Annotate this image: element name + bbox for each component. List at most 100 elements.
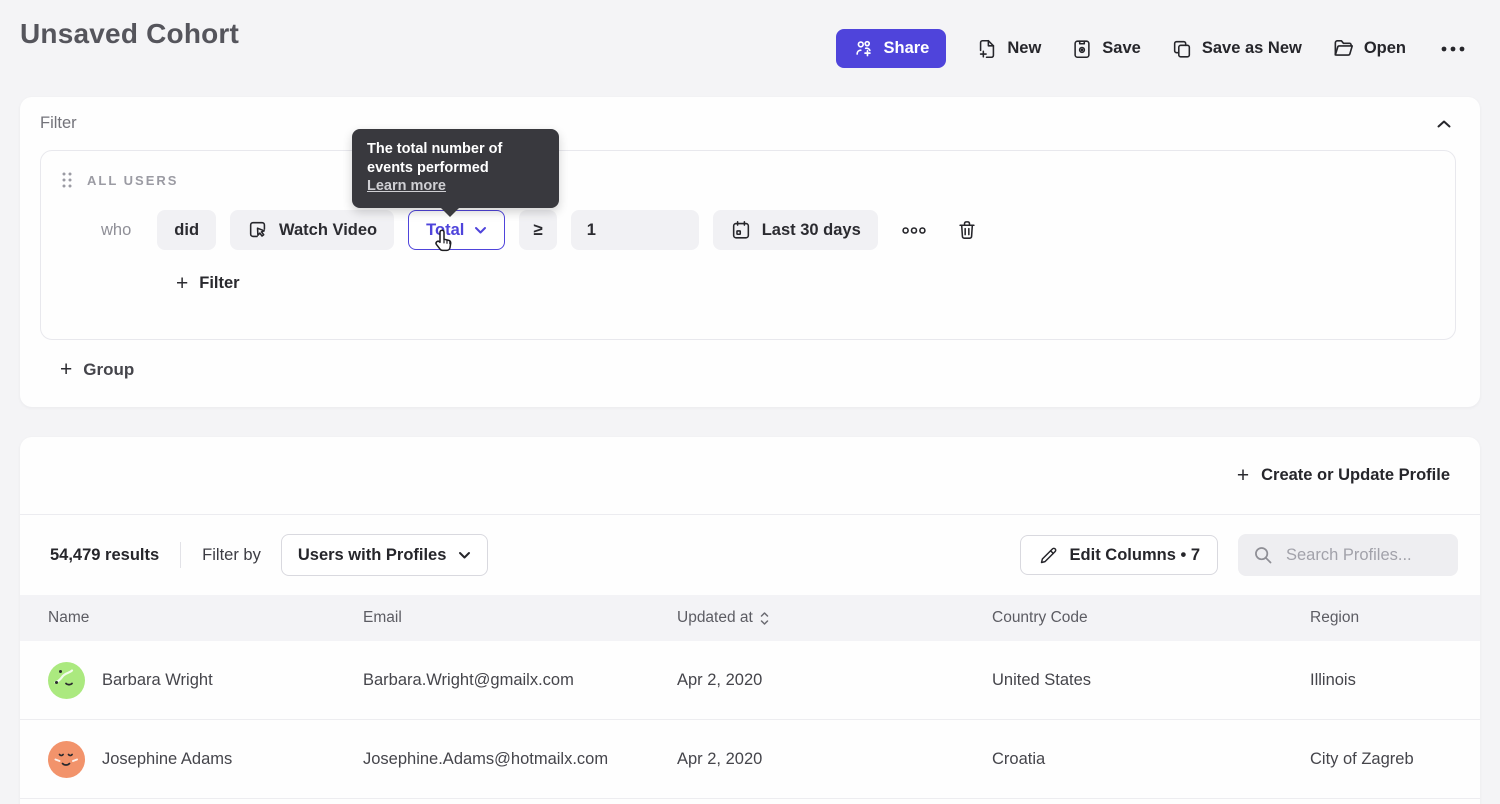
- calendar-icon: [730, 219, 752, 241]
- profiles-filter-dropdown[interactable]: Users with Profiles: [281, 534, 489, 576]
- pencil-icon: [1038, 545, 1059, 566]
- table-row[interactable]: Josephine Adams Josephine.Adams@hotmailx…: [20, 720, 1480, 799]
- save-button[interactable]: Save: [1071, 38, 1141, 60]
- avatar: [48, 662, 85, 699]
- chevron-up-icon: [1436, 119, 1452, 129]
- sort-icon: [760, 612, 769, 625]
- save-label: Save: [1102, 39, 1141, 58]
- count-value-input[interactable]: [571, 210, 699, 250]
- profile-updated-at: Apr 2, 2020: [677, 671, 992, 690]
- profiles-panel: + Create or Update Profile 54,479 result…: [20, 437, 1480, 804]
- profile-name: Barbara Wright: [102, 671, 213, 690]
- create-or-update-profile-button[interactable]: + Create or Update Profile: [1237, 465, 1450, 486]
- updated-at-label: Updated at: [677, 609, 753, 627]
- ellipsis-icon: [1440, 44, 1466, 54]
- operator-label: ≥: [533, 220, 542, 240]
- name-cell: Barbara Wright: [48, 662, 363, 699]
- clause-more-button[interactable]: [898, 222, 930, 239]
- plus-icon: +: [60, 359, 72, 380]
- search-profiles-box: [1238, 534, 1458, 576]
- date-range-label: Last 30 days: [762, 221, 861, 240]
- edit-columns-label: Edit Columns • 7: [1070, 546, 1200, 565]
- save-icon: [1071, 38, 1093, 60]
- date-range-selector[interactable]: Last 30 days: [713, 210, 878, 250]
- tooltip-learn-more-link[interactable]: Learn more: [367, 178, 446, 194]
- tooltip-text: The total number of events performed: [367, 140, 544, 177]
- column-header-updated-at[interactable]: Updated at: [677, 609, 992, 627]
- operator-selector[interactable]: ≥: [519, 210, 556, 250]
- divider: [180, 542, 181, 568]
- group-label: ALL USERS: [87, 173, 178, 188]
- add-group-button[interactable]: + Group: [60, 359, 134, 380]
- profile-name: Josephine Adams: [102, 750, 232, 769]
- file-plus-icon: [976, 38, 998, 60]
- page-title: Unsaved Cohort: [20, 18, 239, 50]
- header-more-button[interactable]: [1436, 40, 1470, 58]
- filter-panel: The total number of events performed Lea…: [20, 97, 1480, 407]
- collapse-filter-button[interactable]: [1432, 115, 1456, 133]
- filter-group-header: ALL USERS: [61, 171, 1435, 189]
- event-click-icon: [247, 219, 269, 241]
- filter-group: ALL USERS who did Watch Video Total: [40, 150, 1456, 340]
- ellipsis-icon: [902, 226, 926, 235]
- name-cell: Josephine Adams: [48, 741, 363, 778]
- profile-email: Barbara.Wright@gmailx.com: [363, 671, 677, 690]
- results-count: 54,479 results: [50, 546, 159, 565]
- profile-country-code: Croatia: [992, 750, 1310, 769]
- clause-tools: [898, 215, 982, 245]
- profile-region: Illinois: [1310, 671, 1480, 690]
- column-header-region[interactable]: Region: [1310, 609, 1480, 627]
- open-button[interactable]: Open: [1332, 37, 1406, 60]
- new-button[interactable]: New: [976, 38, 1041, 60]
- add-group-label: Group: [83, 360, 134, 380]
- page-header: Unsaved Cohort Share: [0, 0, 1500, 97]
- new-label: New: [1007, 39, 1041, 58]
- filter-clause-row: who did Watch Video Total: [101, 210, 1435, 250]
- search-icon: [1252, 544, 1274, 566]
- search-profiles-input[interactable]: [1286, 546, 1444, 565]
- hand-cursor-icon: [433, 228, 457, 254]
- did-label: did: [174, 221, 199, 240]
- open-label: Open: [1364, 39, 1406, 58]
- who-label: who: [101, 221, 131, 240]
- share-label: Share: [884, 39, 930, 58]
- profiles-filter-value: Users with Profiles: [298, 546, 447, 565]
- table-header: Name Email Updated at Country Code Regio…: [20, 595, 1480, 641]
- plus-icon: +: [176, 273, 188, 294]
- profile-updated-at: Apr 2, 2020: [677, 750, 992, 769]
- table-row[interactable]: Barbara Wright Barbara.Wright@gmailx.com…: [20, 641, 1480, 720]
- drag-handle-icon[interactable]: [61, 171, 73, 189]
- add-filter-button[interactable]: + Filter: [176, 273, 240, 294]
- plus-icon: +: [1237, 465, 1249, 486]
- header-actions: Share New Save: [836, 29, 1471, 68]
- tooltip: The total number of events performed Lea…: [352, 129, 559, 208]
- profile-country-code: United States: [992, 671, 1310, 690]
- folder-open-icon: [1332, 37, 1355, 60]
- copy-icon: [1171, 38, 1193, 60]
- profiles-toolbar: 54,479 results Filter by Users with Prof…: [20, 515, 1480, 595]
- column-header-country-code[interactable]: Country Code: [992, 609, 1310, 627]
- people-plus-icon: [853, 38, 875, 60]
- chevron-down-icon: [474, 226, 487, 235]
- create-profile-row: + Create or Update Profile: [20, 437, 1480, 515]
- profile-region: City of Zagreb: [1310, 750, 1480, 769]
- share-button[interactable]: Share: [836, 29, 947, 68]
- profile-email: Josephine.Adams@hotmailx.com: [363, 750, 677, 769]
- event-selector[interactable]: Watch Video: [230, 210, 394, 250]
- add-filter-label: Filter: [199, 274, 239, 293]
- save-as-new-label: Save as New: [1202, 39, 1302, 58]
- save-as-new-button[interactable]: Save as New: [1171, 38, 1302, 60]
- filter-panel-title: Filter: [40, 114, 77, 133]
- trash-icon: [956, 219, 978, 241]
- column-header-name[interactable]: Name: [48, 609, 363, 627]
- event-label: Watch Video: [279, 221, 377, 240]
- delete-clause-button[interactable]: [952, 215, 982, 245]
- did-selector[interactable]: did: [157, 210, 216, 250]
- create-or-update-profile-label: Create or Update Profile: [1261, 466, 1450, 485]
- avatar: [48, 741, 85, 778]
- edit-columns-button[interactable]: Edit Columns • 7: [1020, 535, 1218, 575]
- chevron-down-icon: [458, 551, 471, 560]
- filter-panel-header: Filter: [40, 114, 1456, 133]
- column-header-email[interactable]: Email: [363, 609, 677, 627]
- filter-by-label: Filter by: [202, 546, 261, 565]
